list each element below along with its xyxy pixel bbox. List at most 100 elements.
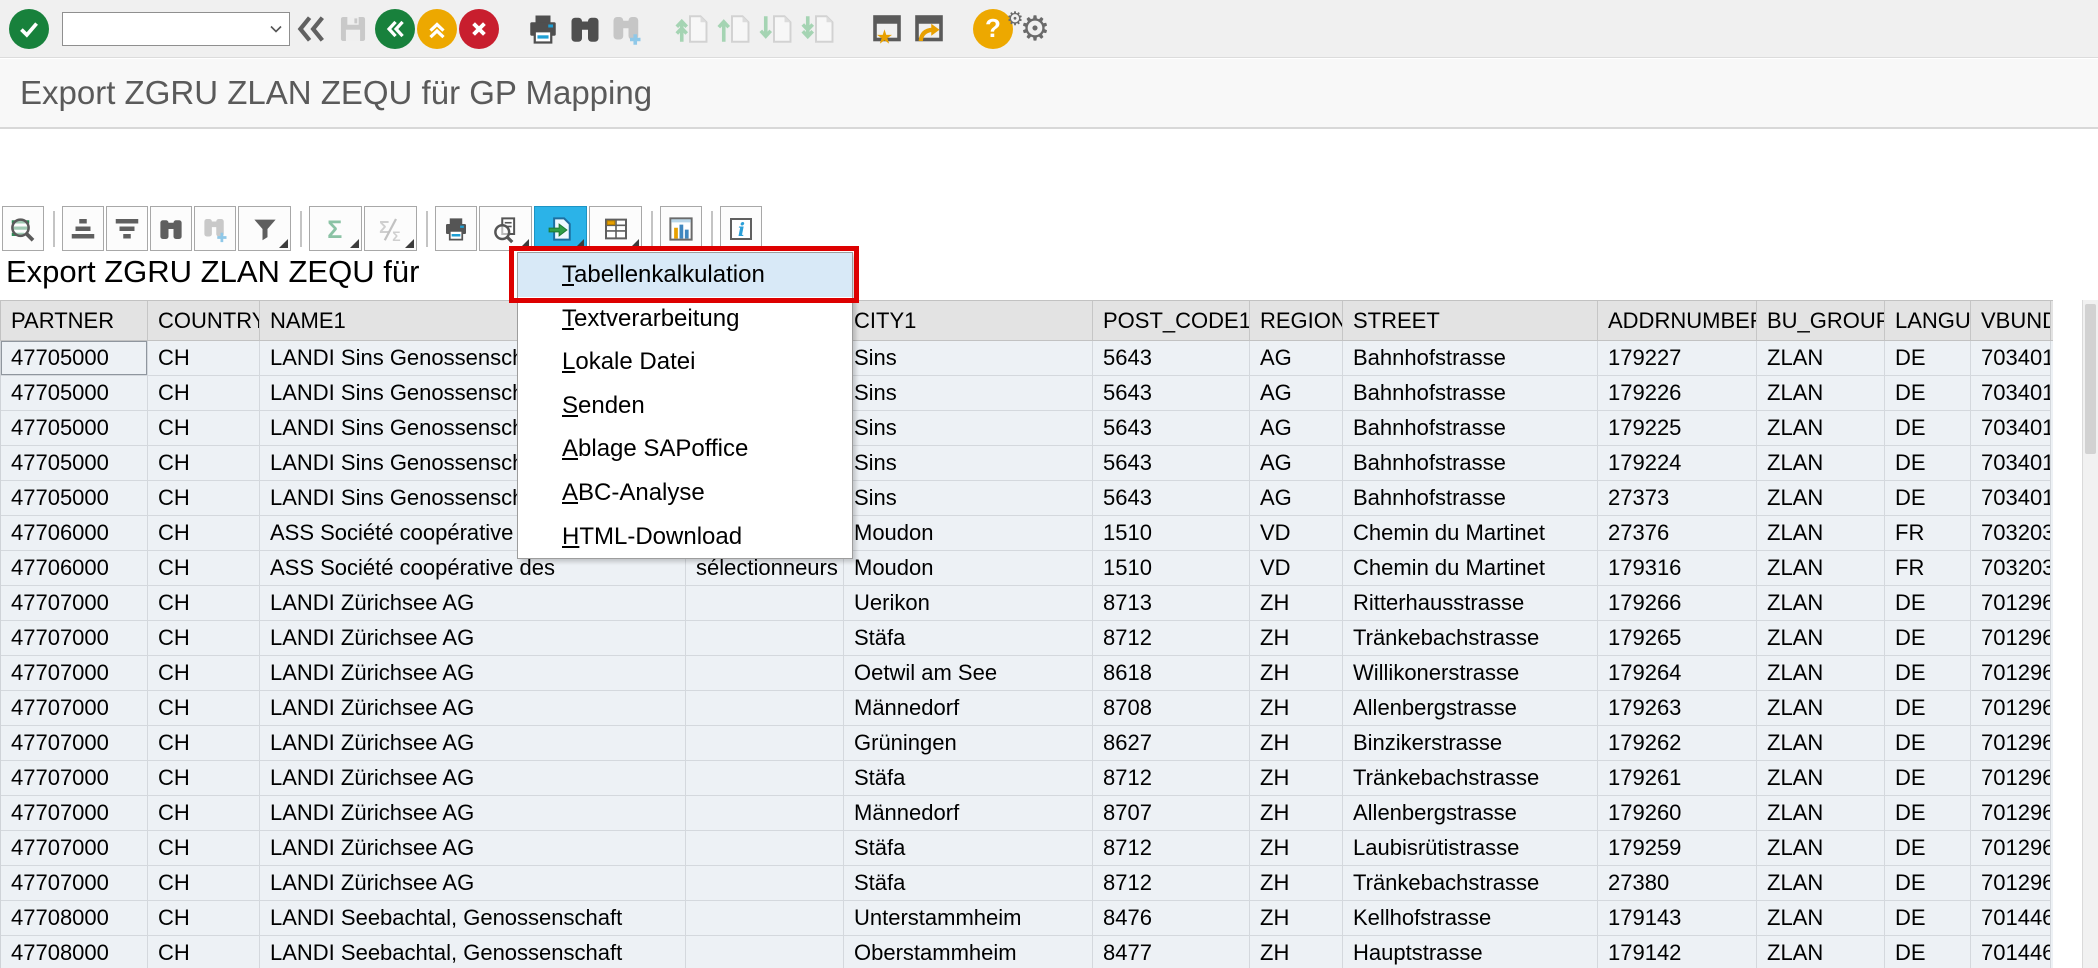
table-cell[interactable]: 701446 [1971, 901, 2051, 936]
table-cell[interactable]: 47705000 [1, 481, 148, 516]
table-cell[interactable]: AG [1250, 411, 1343, 446]
table-cell[interactable]: Bahnhofstrasse [1343, 341, 1598, 376]
table-cell[interactable]: 8708 [1093, 691, 1250, 726]
table-cell[interactable]: ZH [1250, 761, 1343, 796]
table-cell[interactable]: ZLAN [1757, 516, 1885, 551]
table-cell[interactable]: CH [148, 866, 260, 901]
table-cell[interactable]: Moudon [844, 551, 1093, 586]
menu-item-abc-analyse[interactable]: ABC-Analyse [518, 471, 852, 515]
table-cell[interactable]: ZLAN [1757, 621, 1885, 656]
table-cell[interactable]: 179265 [1598, 621, 1757, 656]
table-cell[interactable]: Laubisrütistrasse [1343, 831, 1598, 866]
table-cell[interactable]: 703401 [1971, 446, 2051, 481]
table-cell[interactable] [686, 866, 844, 901]
save-button[interactable] [332, 7, 374, 51]
table-cell[interactable]: Tränkebachstrasse [1343, 866, 1598, 901]
settings-button[interactable]: ⚙⚙ [1014, 7, 1056, 51]
table-cell[interactable]: ZLAN [1757, 411, 1885, 446]
table-cell[interactable]: DE [1885, 656, 1971, 691]
vertical-scrollbar[interactable] [2082, 300, 2098, 968]
table-cell[interactable]: 179142 [1598, 936, 1757, 968]
first-page-button[interactable] [672, 7, 714, 51]
table-cell[interactable]: CH [148, 551, 260, 586]
table-cell[interactable]: DE [1885, 866, 1971, 901]
table-cell[interactable]: Bahnhofstrasse [1343, 411, 1598, 446]
table-cell[interactable]: 47706000 [1, 516, 148, 551]
table-cell[interactable]: 1510 [1093, 551, 1250, 586]
table-cell[interactable]: LANDI Zürichsee AG [260, 691, 686, 726]
table-cell[interactable]: 179224 [1598, 446, 1757, 481]
table-cell[interactable]: DE [1885, 796, 1971, 831]
menu-item-html-download[interactable]: HTML-Download [518, 515, 852, 559]
table-cell[interactable]: CH [148, 656, 260, 691]
table-cell[interactable]: Willikonerstrasse [1343, 656, 1598, 691]
table-cell[interactable]: 701446 [1971, 936, 2051, 968]
table-cell[interactable] [686, 761, 844, 796]
find-button[interactable] [150, 206, 192, 251]
table-cell[interactable]: CH [148, 726, 260, 761]
table-cell[interactable]: LANDI Zürichsee AG [260, 586, 686, 621]
table-cell[interactable]: Bahnhofstrasse [1343, 446, 1598, 481]
table-cell[interactable]: 47707000 [1, 691, 148, 726]
table-cell[interactable]: DE [1885, 691, 1971, 726]
print-preview-button[interactable] [479, 206, 532, 251]
table-cell[interactable]: 179225 [1598, 411, 1757, 446]
table-cell[interactable]: AG [1250, 446, 1343, 481]
table-cell[interactable]: 179260 [1598, 796, 1757, 831]
table-cell[interactable]: LANDI Seebachtal, Genossenschaft [260, 901, 686, 936]
table-cell[interactable]: 179259 [1598, 831, 1757, 866]
table-cell[interactable]: 47705000 [1, 446, 148, 481]
table-cell[interactable]: CH [148, 936, 260, 968]
table-cell[interactable]: ZLAN [1757, 691, 1885, 726]
table-cell[interactable]: Stäfa [844, 761, 1093, 796]
table-cell[interactable]: CH [148, 376, 260, 411]
table-cell[interactable]: ZLAN [1757, 586, 1885, 621]
table-cell[interactable]: Sins [844, 341, 1093, 376]
table-cell[interactable]: Hauptstrasse [1343, 936, 1598, 968]
table-cell[interactable]: 47708000 [1, 936, 148, 968]
table-cell[interactable]: ZH [1250, 691, 1343, 726]
table-cell[interactable]: DE [1885, 341, 1971, 376]
new-session-button[interactable]: ★ [866, 7, 908, 51]
table-cell[interactable]: DE [1885, 481, 1971, 516]
table-cell[interactable]: ZH [1250, 901, 1343, 936]
table-cell[interactable]: 47707000 [1, 796, 148, 831]
table-cell[interactable]: DE [1885, 901, 1971, 936]
table-cell[interactable]: Tränkebachstrasse [1343, 621, 1598, 656]
table-cell[interactable]: Unterstammheim [844, 901, 1093, 936]
column-header-langu[interactable]: LANGU [1885, 301, 1971, 340]
table-cell[interactable]: 179316 [1598, 551, 1757, 586]
total-button[interactable]: Σ [309, 206, 362, 251]
table-cell[interactable]: CH [148, 341, 260, 376]
table-cell[interactable]: 703401 [1971, 376, 2051, 411]
enter-button[interactable] [8, 7, 50, 51]
table-cell[interactable]: LANDI Zürichsee AG [260, 831, 686, 866]
cancel-button[interactable] [458, 7, 500, 51]
table-cell[interactable]: 27380 [1598, 866, 1757, 901]
table-cell[interactable]: ZH [1250, 866, 1343, 901]
column-header-partner[interactable]: PARTNER [1, 301, 148, 340]
table-cell[interactable]: 701296 [1971, 656, 2051, 691]
table-cell[interactable]: 179262 [1598, 726, 1757, 761]
table-cell[interactable]: ZLAN [1757, 831, 1885, 866]
table-cell[interactable]: ZLAN [1757, 551, 1885, 586]
table-cell[interactable]: Chemin du Martinet [1343, 516, 1598, 551]
table-cell[interactable]: 701296 [1971, 796, 2051, 831]
menu-item-lokale-datei[interactable]: Lokale Datei [518, 340, 852, 384]
details-button[interactable] [2, 206, 44, 251]
table-cell[interactable]: 701296 [1971, 691, 2051, 726]
table-cell[interactable]: FR [1885, 551, 1971, 586]
table-cell[interactable] [686, 901, 844, 936]
table-cell[interactable] [686, 726, 844, 761]
table-cell[interactable]: DE [1885, 831, 1971, 866]
table-cell[interactable]: ZH [1250, 656, 1343, 691]
print-button[interactable] [522, 7, 564, 51]
table-cell[interactable]: 8712 [1093, 831, 1250, 866]
table-cell[interactable]: 5643 [1093, 341, 1250, 376]
column-header-addrnumber[interactable]: ADDRNUMBER [1598, 301, 1757, 340]
table-cell[interactable]: LANDI Seebachtal, Genossenschaft [260, 936, 686, 968]
table-cell[interactable] [686, 586, 844, 621]
table-cell[interactable]: 701296 [1971, 586, 2051, 621]
table-cell[interactable]: Oberstammheim [844, 936, 1093, 968]
table-cell[interactable]: 47707000 [1, 586, 148, 621]
